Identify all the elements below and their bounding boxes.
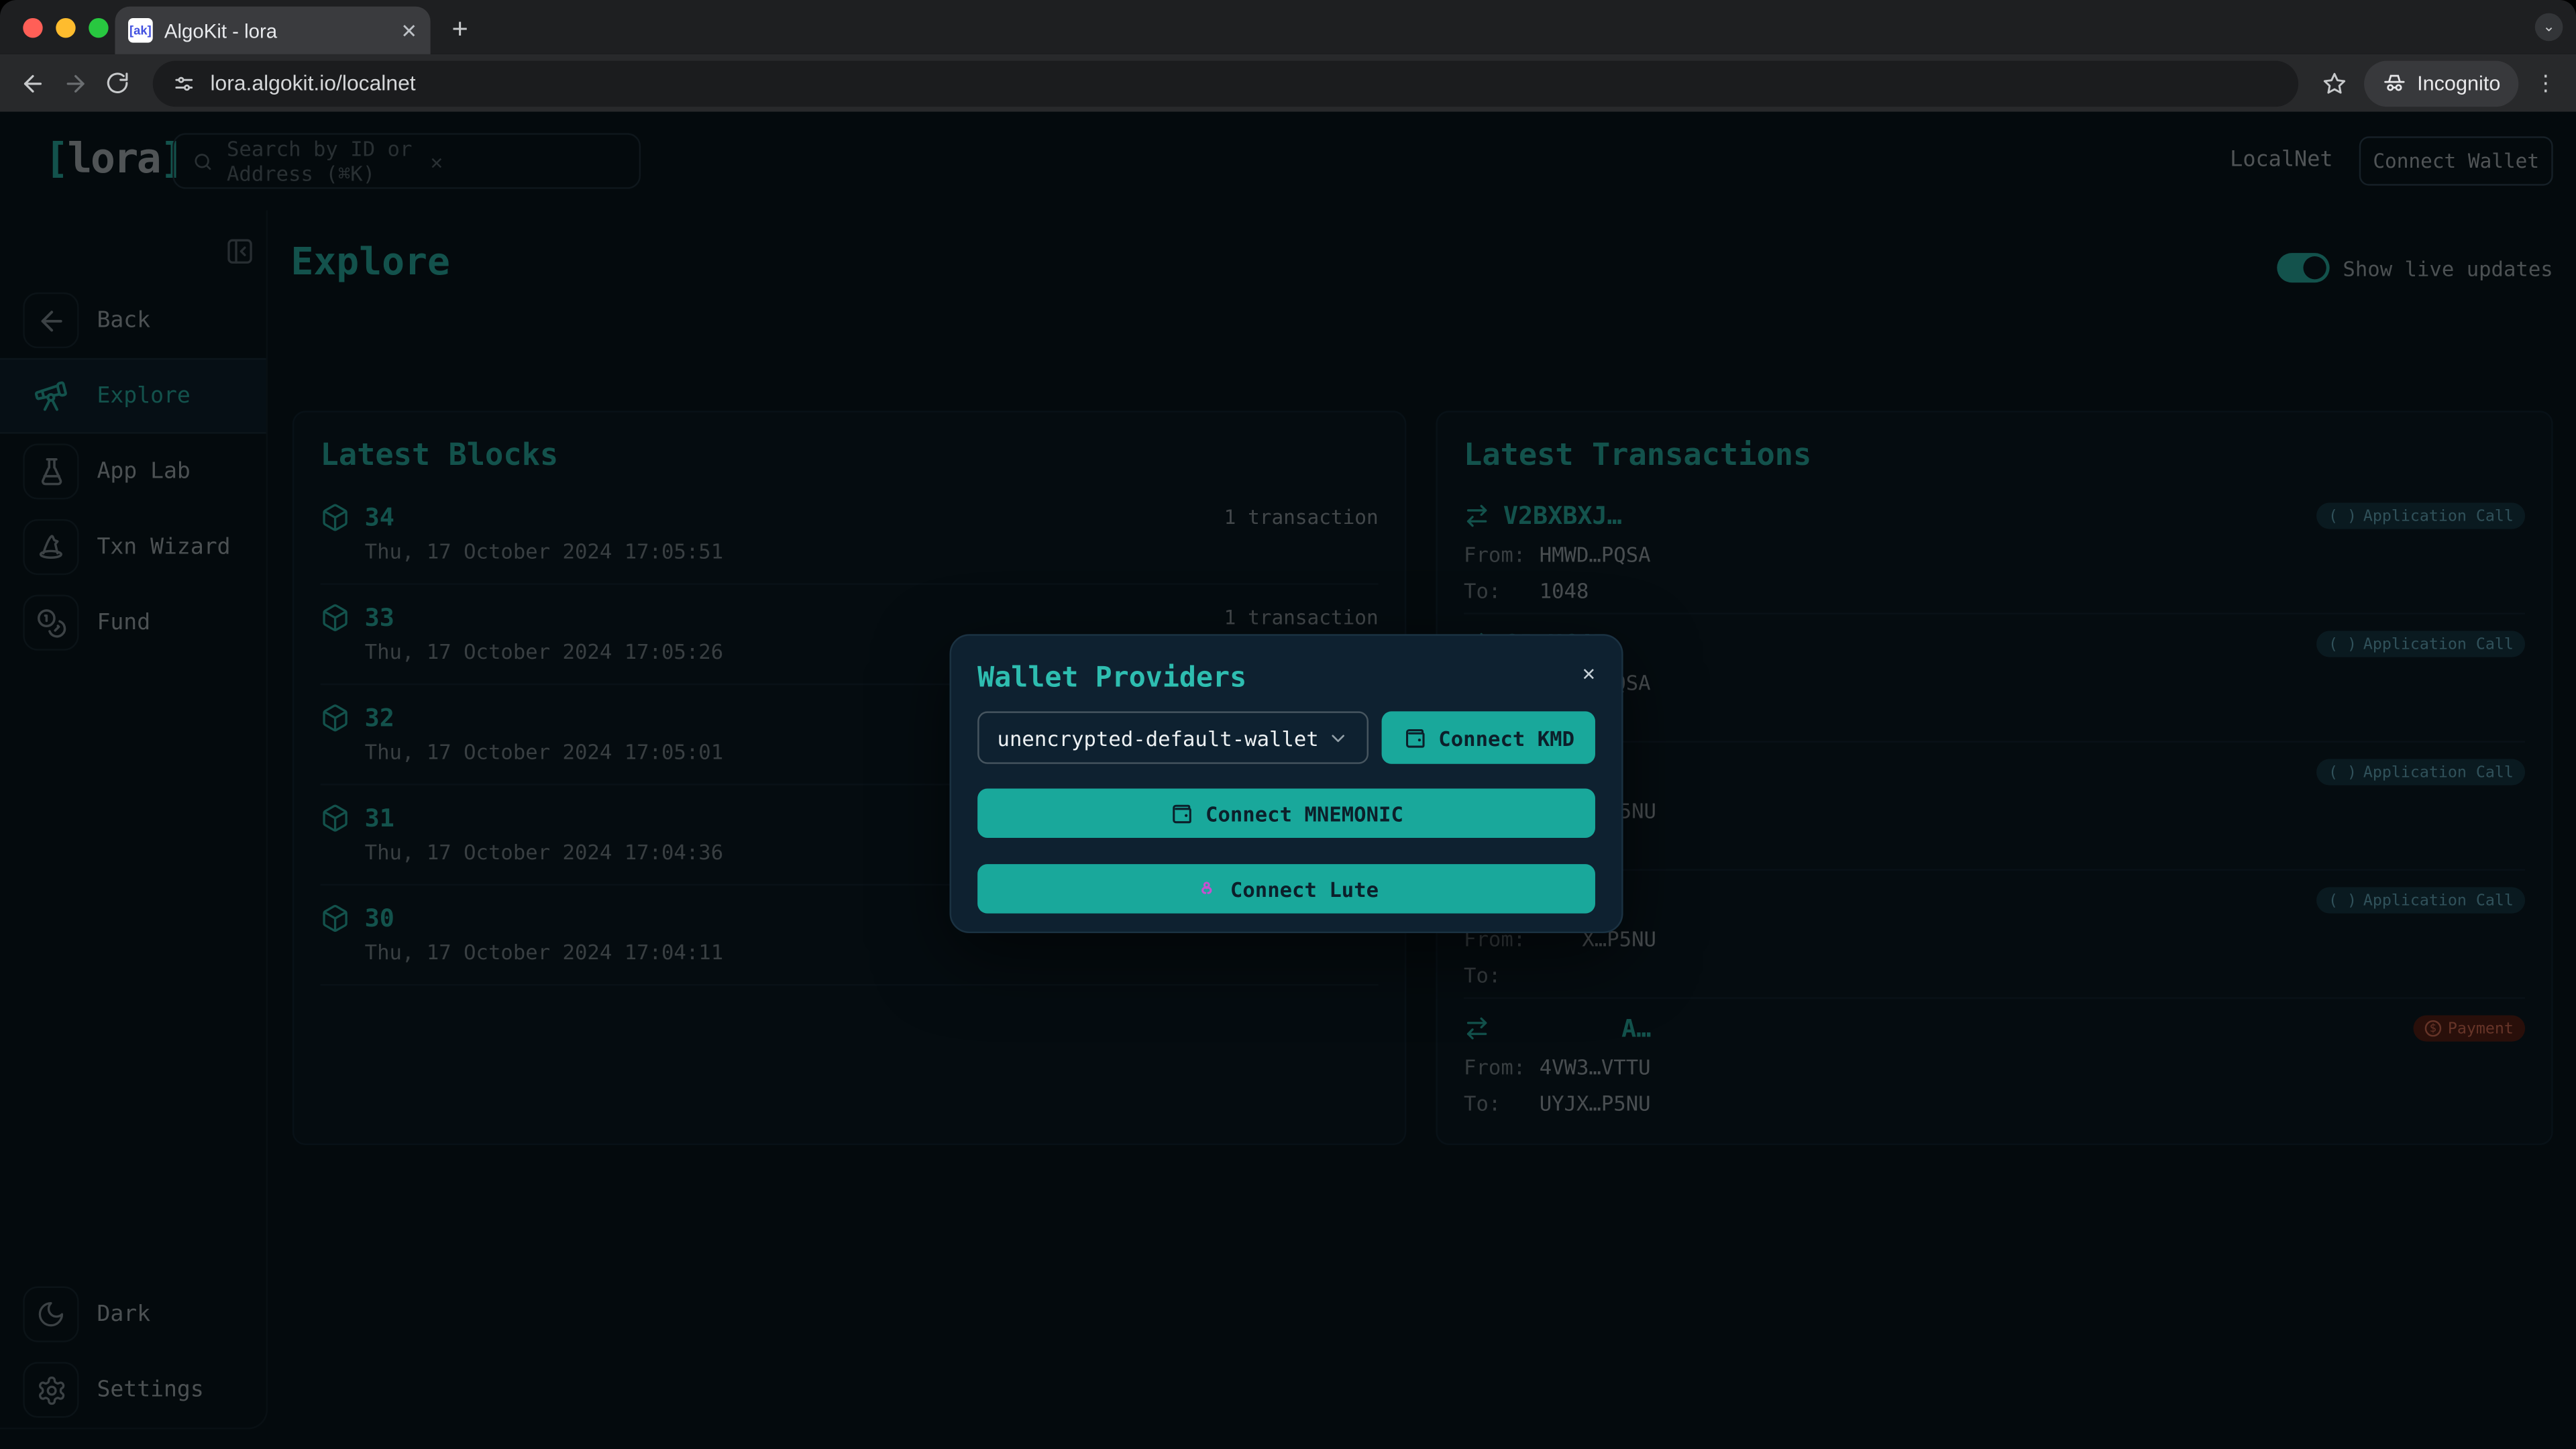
window-zoom-button[interactable] [89,17,109,38]
window-minimize-button[interactable] [56,17,76,38]
connect-kmd-button[interactable]: Connect KMD [1381,711,1595,764]
site-settings-icon[interactable] [172,72,195,95]
wallet-providers-modal: Wallet Providers ✕ unencrypted-default-w… [949,634,1623,934]
browser-tab[interactable]: [ak] AlgoKit - lora ✕ [115,6,431,54]
url-text: lora.algokit.io/localnet [210,70,416,96]
tab-close-icon[interactable]: ✕ [400,19,417,42]
bookmark-star-icon[interactable] [2322,70,2348,96]
incognito-icon [2383,70,2408,95]
wallet-select-value: unencrypted-default-wallet [997,725,1319,750]
tab-search-icon[interactable]: ⌄ [2534,13,2563,42]
wallet-select[interactable]: unencrypted-default-wallet [977,711,1369,764]
incognito-badge: Incognito [2364,60,2519,106]
new-tab-button[interactable]: + [451,13,468,46]
modal-close-icon[interactable]: ✕ [1582,662,1595,687]
reload-icon[interactable] [105,70,130,95]
wallet-icon [1169,801,1194,826]
lute-logo-icon [1194,877,1219,902]
address-bar[interactable]: lora.algokit.io/localnet [152,60,2299,106]
window-controls [23,17,109,38]
browser-menu-icon[interactable]: ⋮ [2535,72,2557,93]
connect-lute-button[interactable]: Connect Lute [977,864,1595,914]
connect-mnemonic-button[interactable]: Connect MNEMONIC [977,788,1595,838]
tab-favicon: [ak] [128,17,153,43]
forward-icon[interactable] [62,70,89,96]
tab-bar: [ak] AlgoKit - lora ✕ + ⌄ [0,0,2576,54]
tab-title: AlgoKit - lora [164,19,278,42]
incognito-label: Incognito [2417,71,2501,95]
modal-title: Wallet Providers [977,661,1247,695]
lora-app: [lora] Search by ID or Address (⌘K) ✕ Lo… [0,111,2576,1449]
browser-window: [ak] AlgoKit - lora ✕ + ⌄ lora.algokit.i… [0,0,2576,1449]
browser-toolbar: lora.algokit.io/localnet Incognito ⋮ [0,54,2576,112]
back-icon[interactable] [19,70,46,96]
chevron-down-icon [1328,727,1349,749]
window-close-button[interactable] [23,17,43,38]
wallet-icon [1402,725,1427,750]
